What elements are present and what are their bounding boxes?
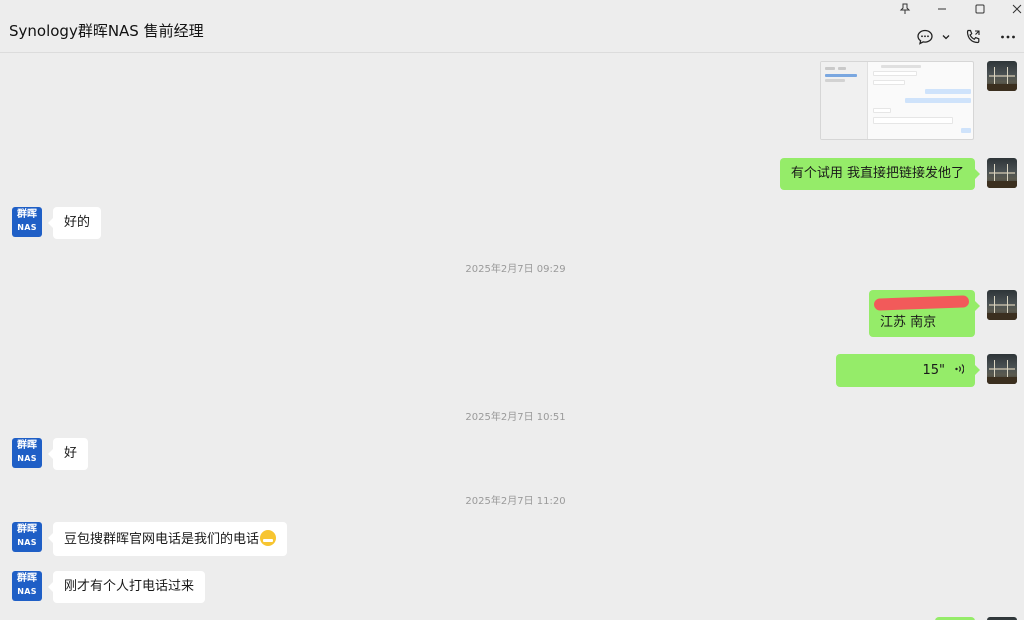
my-avatar[interactable] xyxy=(987,354,1017,384)
avatar-text: 群晖 xyxy=(17,209,37,220)
my-avatar[interactable] xyxy=(987,290,1017,320)
timestamp: 2025年2月7日 10:51 xyxy=(465,412,566,423)
voice-duration: 15" xyxy=(922,363,945,378)
avatar-text: NAS xyxy=(17,538,37,547)
message-bubble-incoming[interactable]: 好的 xyxy=(47,207,102,239)
contact-avatar[interactable]: 群晖 NAS xyxy=(12,207,42,237)
contact-avatar[interactable]: 群晖 NAS xyxy=(12,522,42,552)
contact-avatar[interactable]: 群晖 NAS xyxy=(12,571,42,601)
avatar-text: NAS xyxy=(17,223,37,232)
message-list[interactable]: 有个试用 我直接把链接发他了 群晖 NAS 好的 2025年2月7日 09:29… xyxy=(0,54,1024,620)
avatar-text: 群晖 xyxy=(17,524,37,535)
message-bubble-incoming[interactable]: 刚才有个人打电话过来 xyxy=(47,571,206,603)
voice-wave-icon xyxy=(952,362,965,379)
title-bar: Synology群晖NAS 售前经理 xyxy=(0,0,1024,53)
grimace-emoji-icon xyxy=(260,530,277,546)
message-location-text: 江苏 南京 xyxy=(880,315,937,330)
chat-bubble-icon[interactable] xyxy=(914,26,936,48)
message-bubble-incoming[interactable]: 好 xyxy=(47,438,89,470)
my-avatar[interactable] xyxy=(987,158,1017,188)
maximize-icon[interactable] xyxy=(963,0,997,18)
avatar-text: NAS xyxy=(17,587,37,596)
timestamp: 2025年2月7日 09:29 xyxy=(465,264,566,275)
avatar-text: 群晖 xyxy=(17,440,37,451)
more-icon[interactable] xyxy=(997,26,1019,48)
contact-avatar[interactable]: 群晖 NAS xyxy=(12,438,42,468)
message-text: 豆包搜群晖官网电话是我们的电话 xyxy=(64,532,260,547)
chat-title: Synology群晖NAS 售前经理 xyxy=(9,22,204,40)
avatar-text: NAS xyxy=(17,454,37,463)
phone-call-icon[interactable] xyxy=(962,26,984,48)
message-bubble-outgoing[interactable]: 有个试用 我直接把链接发他了 xyxy=(779,158,981,190)
pin-icon[interactable] xyxy=(888,0,922,18)
chevron-down-icon[interactable] xyxy=(939,26,953,48)
minimize-icon[interactable] xyxy=(925,0,959,18)
screenshot-image[interactable] xyxy=(820,61,974,140)
close-icon[interactable] xyxy=(1000,0,1024,18)
my-avatar[interactable] xyxy=(987,61,1017,91)
timestamp: 2025年2月7日 11:20 xyxy=(465,496,566,507)
avatar-text: 群晖 xyxy=(17,573,37,584)
message-bubble-incoming[interactable]: 豆包搜群晖官网电话是我们的电话 xyxy=(47,522,288,556)
voice-message[interactable]: 15" xyxy=(836,354,980,387)
